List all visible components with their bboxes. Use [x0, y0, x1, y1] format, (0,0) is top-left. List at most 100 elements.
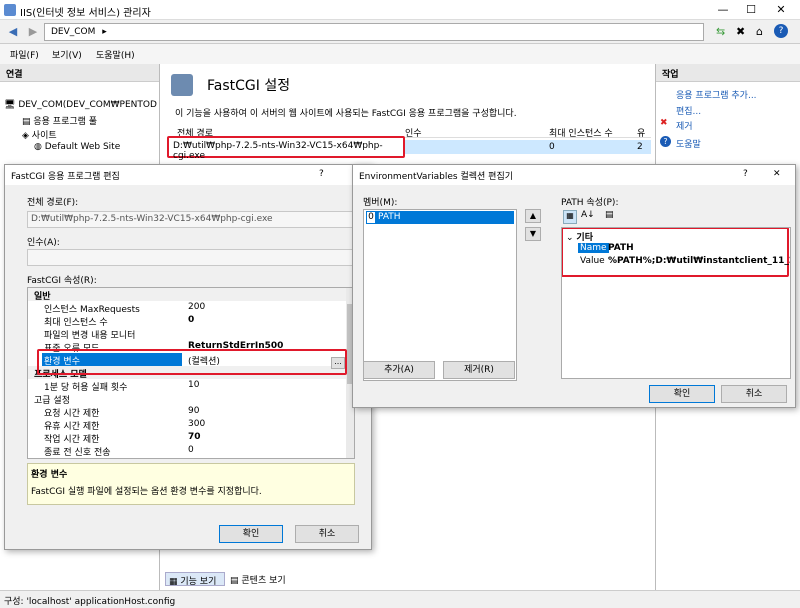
- property-value[interactable]: 90: [188, 406, 199, 416]
- property-value[interactable]: 200: [188, 302, 205, 312]
- property-pages-icon[interactable]: ▤: [605, 210, 614, 220]
- row-extra: 2: [637, 142, 643, 152]
- minimize-button[interactable]: —: [710, 2, 736, 18]
- categorized-icon[interactable]: ▦: [563, 210, 577, 224]
- move-up-button[interactable]: ▲: [525, 209, 541, 223]
- property-row[interactable]: 일반: [28, 288, 346, 302]
- menu-view[interactable]: 보기(V): [52, 48, 82, 61]
- property-row[interactable]: 요청 시간 제한 90: [28, 405, 346, 419]
- tree-sites[interactable]: ◈ 사이트: [22, 128, 57, 142]
- help-icon[interactable]: ?: [774, 24, 788, 38]
- status-text: 구성: 'localhost' applicationHost.config: [4, 597, 176, 607]
- close-button[interactable]: ✕: [768, 2, 794, 18]
- back-icon[interactable]: ◀: [4, 24, 22, 40]
- address-box[interactable]: DEV_COM ▸: [44, 23, 704, 41]
- status-bar: 구성: 'localhost' applicationHost.config: [0, 590, 800, 608]
- prop-row-name[interactable]: Name PATH: [562, 243, 790, 256]
- args-label: 인수(A):: [27, 238, 60, 248]
- menu-file[interactable]: 파일(F): [10, 48, 39, 61]
- tree-default-site-label[interactable]: Default Web Site: [45, 142, 121, 152]
- tree-app-pools-label[interactable]: 응용 프로그램 풀: [33, 117, 97, 127]
- address-separator[interactable]: ▸: [102, 27, 107, 37]
- collapse-icon[interactable]: ⌄: [566, 233, 574, 243]
- address-path[interactable]: DEV_COM: [51, 27, 95, 37]
- remove-icon: ✖: [660, 118, 668, 128]
- menu-help[interactable]: 도움말(H): [96, 48, 135, 61]
- sort-az-icon[interactable]: A↓: [581, 210, 595, 220]
- tree-server[interactable]: 🖥 DEV_COM(DEV_COM₩PENTOD: [4, 100, 157, 114]
- tab-content-label[interactable]: 콘텐츠 보기: [241, 576, 285, 586]
- category-row[interactable]: ⌄ 기타: [562, 230, 790, 243]
- members-label: 멤버(M):: [363, 198, 398, 208]
- app-pool-icon: ▤: [22, 117, 31, 127]
- globe-icon: ◍: [34, 142, 42, 152]
- move-down-button[interactable]: ▼: [525, 227, 541, 241]
- tree-sites-label[interactable]: 사이트: [32, 131, 57, 141]
- property-value[interactable]: 70: [188, 432, 201, 442]
- tab-content-view[interactable]: ▤ 콘텐츠 보기: [227, 572, 297, 586]
- property-row[interactable]: 1분 당 허용 실패 횟수 10: [28, 379, 346, 393]
- property-value[interactable]: 0: [188, 315, 194, 325]
- tree-server-label[interactable]: DEV_COM(DEV_COM₩PENTOD: [18, 100, 157, 110]
- stop-icon[interactable]: ✖: [736, 25, 745, 38]
- action-remove[interactable]: 제거: [676, 119, 693, 132]
- action-edit[interactable]: 편집...: [676, 104, 701, 117]
- property-row[interactable]: 종료 전 신호 전송 0: [28, 444, 346, 458]
- col-max-instances[interactable]: 최대 인스턴스 수: [549, 126, 613, 139]
- content-view-icon: ▤: [230, 576, 239, 586]
- property-row[interactable]: 작업 시간 제한 70: [28, 431, 346, 445]
- forward-icon[interactable]: ▶: [24, 24, 42, 40]
- edit-ok-button[interactable]: 확인: [219, 525, 283, 543]
- props-toolbar: ▦ A↓ ▤: [561, 209, 621, 225]
- env-help-button[interactable]: ?: [743, 169, 748, 179]
- col-extra[interactable]: 유: [637, 126, 645, 139]
- member-name: PATH: [378, 212, 401, 222]
- maximize-button[interactable]: ☐: [738, 2, 764, 18]
- env-var-highlight: [37, 349, 347, 375]
- dialog-help-button[interactable]: ?: [319, 169, 324, 179]
- action-add-app[interactable]: 응용 프로그램 추가...: [676, 88, 757, 101]
- remove-button[interactable]: 제거(R): [443, 361, 515, 379]
- add-button[interactable]: 추가(A): [363, 361, 435, 379]
- connections-header: 연결: [0, 64, 159, 82]
- member-index: 0: [367, 212, 375, 223]
- member-item[interactable]: 0 PATH: [366, 211, 514, 224]
- col-args[interactable]: 인수: [405, 126, 422, 139]
- action-help[interactable]: 도움말: [676, 137, 701, 150]
- property-row[interactable]: 파일의 변경 내용 모니터: [28, 327, 346, 341]
- home-icon[interactable]: ⌂: [756, 25, 763, 38]
- prop-row-value[interactable]: Value %PATH%;D:₩util₩instantclient_11_2: [562, 256, 790, 269]
- property-row[interactable]: 최대 인스턴스 수0: [28, 314, 346, 328]
- members-list[interactable]: 0 PATH: [363, 209, 517, 381]
- props-label: FastCGI 속성(R):: [27, 276, 97, 286]
- ellipsis-button[interactable]: ...: [331, 357, 345, 369]
- tab-features-view[interactable]: ▦ 기능 보기: [165, 572, 225, 587]
- property-value[interactable]: 0: [188, 445, 194, 455]
- full-path-input[interactable]: D:₩util₩php-7.2.5-nts-Win32-VC15-x64₩php…: [27, 211, 353, 228]
- row-path[interactable]: D:₩util₩php-7.2.5-nts-Win32-VC15-x64₩php…: [173, 141, 383, 161]
- iis-icon: [4, 4, 16, 16]
- args-input[interactable]: [27, 249, 353, 266]
- prop-name-value[interactable]: PATH: [608, 243, 634, 253]
- page-title: FastCGI 설정: [207, 78, 291, 94]
- property-value[interactable]: 300: [188, 419, 205, 429]
- feature-description: 이 기능을 사용하여 이 서버의 웹 사이트에 사용되는 FastCGI 응용 …: [175, 109, 517, 119]
- property-row[interactable]: 고급 설정: [28, 392, 346, 406]
- tab-features-label[interactable]: 기능 보기: [180, 577, 216, 587]
- env-ok-button[interactable]: 확인: [649, 385, 715, 403]
- sites-icon: ◈: [22, 131, 29, 141]
- env-dialog-title-bar: EnvironmentVariables 컬렉션 편집기 ? ✕: [353, 165, 795, 185]
- property-row[interactable]: 유휴 시간 제한 300: [28, 418, 346, 432]
- window-title: IIS(인터넷 정보 서비스) 관리자: [20, 8, 151, 19]
- tree-app-pools[interactable]: ▤ 응용 프로그램 풀: [22, 114, 97, 128]
- prop-value-key: Value: [580, 256, 605, 266]
- property-value[interactable]: 10: [188, 380, 199, 390]
- prop-value-value[interactable]: %PATH%;D:₩util₩instantclient_11_2: [608, 256, 790, 266]
- property-row[interactable]: 인스턴스 MaxRequests 200: [28, 301, 346, 315]
- env-close-button[interactable]: ✕: [773, 169, 781, 179]
- env-cancel-button[interactable]: 취소: [721, 385, 787, 403]
- refresh-icon[interactable]: ⇆: [716, 25, 725, 38]
- row-path-highlight[interactable]: D:₩util₩php-7.2.5-nts-Win32-VC15-x64₩php…: [167, 136, 405, 161]
- tree-default-site[interactable]: ◍ Default Web Site: [34, 142, 120, 156]
- edit-cancel-button[interactable]: 취소: [295, 525, 359, 543]
